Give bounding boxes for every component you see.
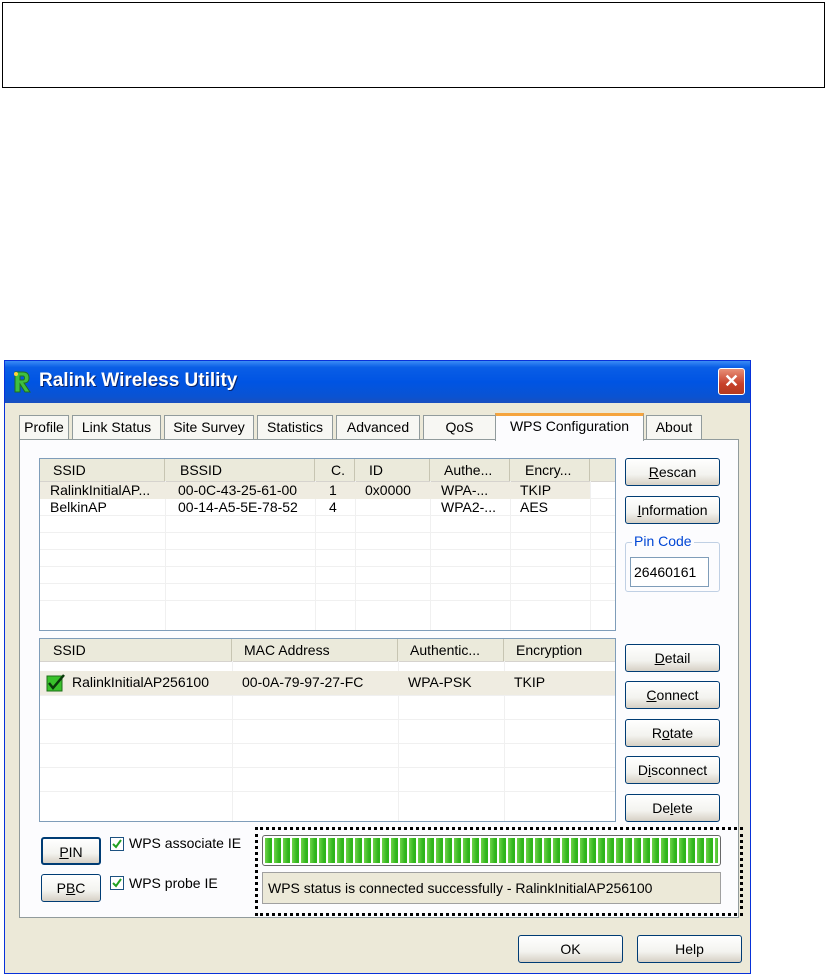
profile-auth: WPA-PSK — [408, 674, 472, 690]
grid-line — [40, 743, 615, 744]
column-ssid[interactable]: SSID — [40, 639, 232, 661]
ap-channel: 4 — [329, 499, 337, 515]
ap-encryption: TKIP — [520, 482, 552, 498]
rescan-button[interactable]: Rescan — [625, 458, 720, 486]
tab-qos[interactable]: QoS — [423, 415, 496, 439]
ap-row[interactable]: RalinkInitialAP... 00-0C-43-25-61-00 1 0… — [40, 482, 590, 499]
grid-line — [40, 719, 615, 720]
profile-ssid: RalinkInitialAP256100 — [72, 674, 209, 690]
ap-row[interactable]: BelkinAP 00-14-A5-5E-78-52 4 WPA2-... AE… — [40, 499, 590, 516]
checkmark-icon — [112, 878, 122, 888]
help-button[interactable]: Help — [637, 935, 742, 963]
delete-button[interactable]: Delete — [625, 794, 720, 822]
tab-about[interactable]: About — [646, 415, 702, 439]
connected-check-icon — [46, 674, 65, 692]
close-icon: ✕ — [723, 371, 740, 391]
wps-profile-list[interactable]: SSID MAC Address Authentic... Encryption… — [39, 638, 616, 822]
ap-auth: WPA2-... — [441, 499, 496, 515]
grid-line — [40, 566, 615, 567]
ap-auth: WPA-... — [441, 482, 489, 498]
ap-bssid: 00-14-A5-5E-78-52 — [178, 499, 298, 515]
ap-id: 0x0000 — [365, 482, 411, 498]
pbc-button[interactable]: PBC — [41, 874, 101, 902]
close-button[interactable]: ✕ — [718, 368, 745, 395]
profile-row[interactable]: RalinkInitialAP256100 00-0A-79-97-27-FC … — [40, 671, 615, 695]
ap-list-header: SSID BSSID C. ID Authe... Encry... — [40, 459, 615, 482]
column-encryption[interactable]: Encryption — [504, 639, 615, 661]
grid-line — [40, 549, 615, 550]
column-bssid[interactable]: BSSID — [165, 459, 315, 481]
wps-status-text: WPS status is connected successfully - R… — [262, 872, 721, 904]
ralink-r-icon — [14, 371, 31, 393]
tab-site-survey[interactable]: Site Survey — [164, 415, 254, 439]
tab-link-status[interactable]: Link Status — [72, 415, 161, 439]
ap-encryption: AES — [520, 499, 549, 515]
grid-line — [40, 600, 615, 601]
ap-channel: 1 — [329, 482, 337, 498]
wps-progress-bar — [262, 835, 721, 866]
profile-encryption: TKIP — [514, 674, 546, 690]
wps-ap-list[interactable]: SSID BSSID C. ID Authe... Encry... Ralin… — [39, 458, 616, 631]
column-authentication[interactable]: Authentic... — [398, 639, 504, 661]
tab-statistics[interactable]: Statistics — [257, 415, 333, 439]
title-bar[interactable]: Ralink Wireless Utility ✕ — [5, 361, 750, 403]
column-encryption[interactable]: Encry... — [510, 459, 590, 481]
rotate-button[interactable]: Rotate — [625, 719, 720, 747]
detail-button[interactable]: Detail — [625, 644, 720, 672]
column-ssid[interactable]: SSID — [40, 459, 165, 481]
pin-code-label: Pin Code — [632, 533, 694, 549]
checkmark-icon — [112, 839, 122, 849]
ap-ssid: RalinkInitialAP... — [50, 482, 151, 498]
wps-associate-ie-checkbox[interactable] — [110, 837, 124, 851]
connect-button[interactable]: Connect — [625, 681, 720, 709]
ralink-utility-window: Ralink Wireless Utility ✕ Profile Link S… — [4, 360, 751, 974]
profile-list-header: SSID MAC Address Authentic... Encryption — [40, 639, 615, 662]
top-empty-box — [2, 2, 825, 88]
column-mac-address[interactable]: MAC Address — [232, 639, 398, 661]
tab-advanced[interactable]: Advanced — [336, 415, 420, 439]
grid-line — [590, 481, 591, 630]
wps-progress-fill — [265, 838, 718, 863]
grid-line — [40, 695, 615, 696]
profile-mac: 00-0A-79-97-27-FC — [242, 674, 364, 690]
wps-probe-ie-label: WPS probe IE — [129, 875, 218, 891]
grid-line — [40, 791, 615, 792]
column-channel[interactable]: C. — [315, 459, 355, 481]
wps-associate-ie-label: WPS associate IE — [129, 835, 242, 851]
tab-wps-configuration[interactable]: WPS Configuration — [495, 413, 644, 441]
grid-line — [40, 583, 615, 584]
column-authentication[interactable]: Authe... — [430, 459, 510, 481]
column-id[interactable]: ID — [355, 459, 430, 481]
information-button[interactable]: Information — [625, 496, 720, 524]
pin-code-group: Pin Code 26460161 — [625, 533, 720, 592]
pin-code-field[interactable]: 26460161 — [630, 557, 709, 587]
grid-line — [40, 767, 615, 768]
grid-line — [40, 532, 615, 533]
ap-ssid: BelkinAP — [50, 499, 107, 515]
tab-profile[interactable]: Profile — [19, 415, 69, 439]
pin-button[interactable]: PIN — [41, 837, 101, 865]
window-title: Ralink Wireless Utility — [39, 370, 238, 391]
ap-bssid: 00-0C-43-25-61-00 — [178, 482, 298, 498]
ap-id — [361, 499, 430, 516]
wps-probe-ie-checkbox[interactable] — [110, 876, 124, 890]
disconnect-button[interactable]: Disconnect — [625, 756, 720, 784]
ok-button[interactable]: OK — [518, 935, 623, 963]
